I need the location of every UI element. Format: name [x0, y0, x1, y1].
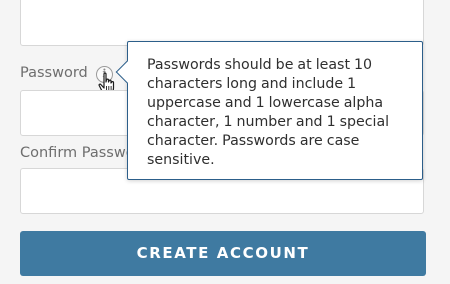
email-field[interactable]	[20, 0, 424, 46]
create-account-button[interactable]: CREATE ACCOUNT	[20, 231, 426, 276]
password-requirements-tooltip: Passwords should be at least 10 characte…	[115, 41, 423, 180]
tooltip-arrow	[115, 60, 139, 84]
confirm-password-label: Confirm Passwo	[20, 145, 135, 161]
tooltip-text: Passwords should be at least 10 characte…	[147, 57, 390, 168]
password-label: Password	[20, 65, 88, 81]
